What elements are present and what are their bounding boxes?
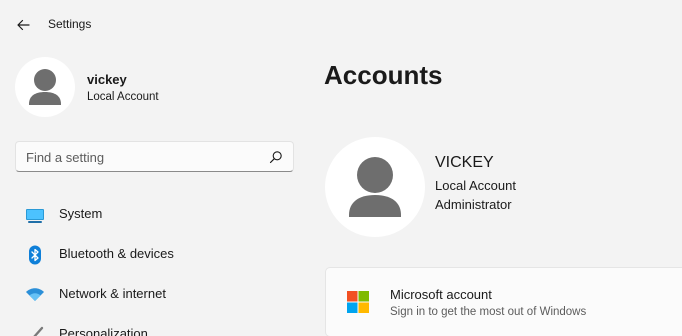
account-name: VICKEY <box>435 154 494 171</box>
account-type: Local Account <box>435 178 516 193</box>
nav-label-system: System <box>59 206 103 221</box>
account-role: Administrator <box>435 197 512 212</box>
page-title: Accounts <box>324 60 443 90</box>
account-avatar <box>325 137 425 237</box>
bluetooth-icon <box>25 245 45 265</box>
microsoft-account-card[interactable]: Microsoft account Sign in to get the mos… <box>325 267 682 336</box>
microsoft-logo-icon <box>347 291 369 313</box>
search-input[interactable]: Find a setting <box>26 150 104 165</box>
system-display-icon <box>25 205 45 225</box>
wifi-icon <box>25 285 45 305</box>
search-box[interactable]: Find a setting <box>15 141 294 172</box>
nav-item-network[interactable]: Network & internet <box>15 276 294 312</box>
profile-name: vickey <box>87 72 127 87</box>
avatar <box>15 57 75 117</box>
title-bar: Settings <box>0 0 682 48</box>
user-avatar-icon <box>29 69 61 105</box>
back-button[interactable] <box>10 12 36 38</box>
user-profile[interactable]: vickey Local Account <box>15 57 295 117</box>
paintbrush-icon <box>25 325 45 336</box>
card-subtitle: Sign in to get the most out of Windows <box>390 306 587 318</box>
user-avatar-icon <box>349 157 401 217</box>
search-icon[interactable] <box>269 150 283 164</box>
nav-item-system[interactable]: System <box>15 196 294 232</box>
nav-label-bluetooth: Bluetooth & devices <box>59 246 174 261</box>
app-title: Settings <box>48 17 92 31</box>
nav-label-personalization: Personalization <box>59 326 148 336</box>
profile-account-type: Local Account <box>87 91 159 103</box>
nav-item-bluetooth[interactable]: Bluetooth & devices <box>15 236 294 272</box>
nav-label-network: Network & internet <box>59 286 166 301</box>
card-title: Microsoft account <box>390 287 492 302</box>
nav-item-personalization[interactable]: Personalization <box>15 316 294 336</box>
back-arrow-icon <box>17 19 30 31</box>
